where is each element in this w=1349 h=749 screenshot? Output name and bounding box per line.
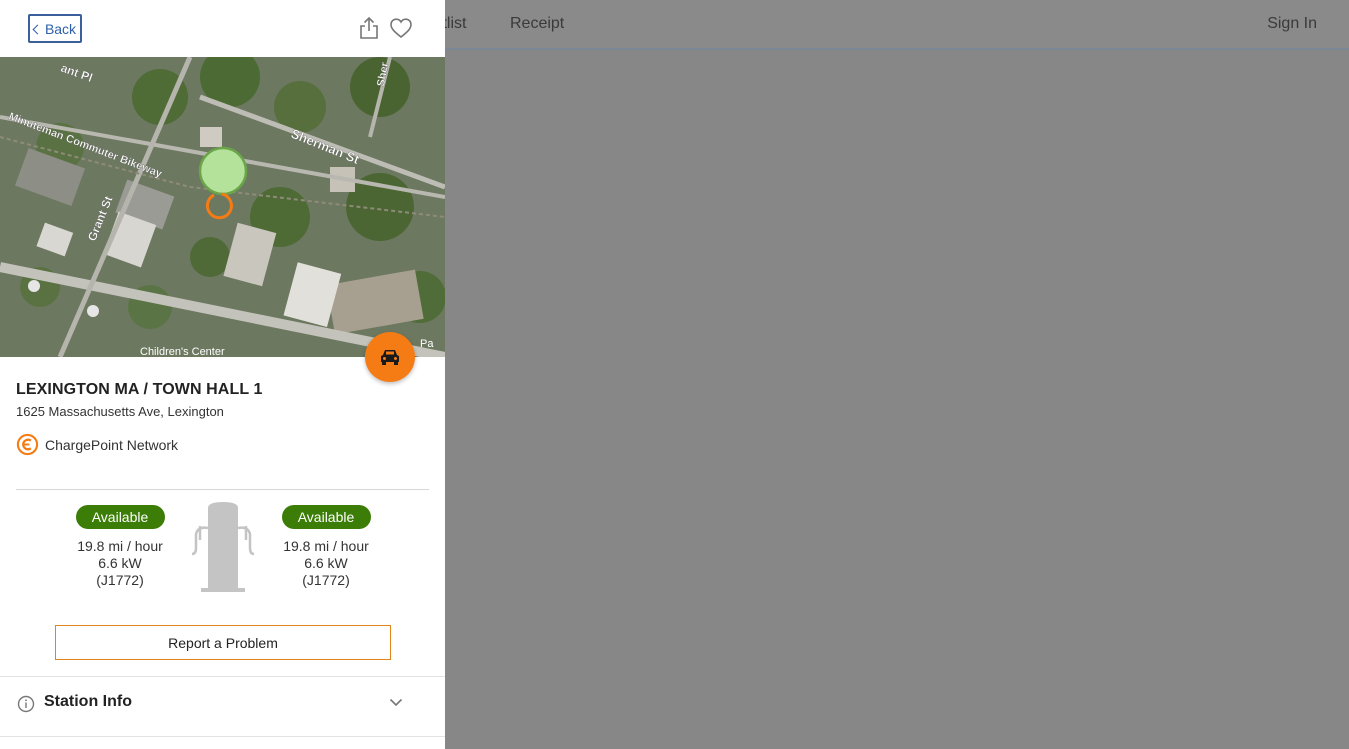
status-badge: Available [75,505,165,529]
info-icon [17,695,35,713]
chevron-down-icon [389,698,403,707]
network-row: ChargePoint Network [16,433,178,456]
charger-station-icon [191,502,255,592]
port-power: 6.6 kW [304,555,348,571]
divider [16,489,429,490]
back-label: Back [44,20,77,37]
station-info-accordion[interactable]: Station Info [0,677,445,736]
station-info-label: Station Info [44,693,132,710]
port-connector: (J1772) [96,572,144,588]
status-badge: Available [281,505,371,529]
share-icon[interactable] [358,16,380,40]
station-map[interactable]: ant Pl Minuteman Commuter Bikeway Sherma… [0,57,445,357]
station-detail-panel: Back ant Pl Minuteman Commuter Bikeway S… [0,0,445,749]
car-icon [381,350,399,365]
map-label-park: Pa [420,338,434,350]
port-left: Available 19.8 mi / hour 6.6 kW (J1772) [65,505,175,589]
divider [0,736,445,737]
map-label-childrens-center: Children's Center [140,346,225,357]
panel-header: Back [0,0,445,57]
transit-stop-icon [28,280,40,292]
port-power: 6.6 kW [98,555,142,571]
port-rate: 19.8 mi / hour [77,538,163,554]
station-name: LEXINGTON MA / TOWN HALL 1 [16,381,263,398]
nav-sign-in[interactable]: Sign In [1267,15,1317,33]
station-address: 1625 Massachusetts Ave, Lexington [16,404,224,419]
station-pin-icon[interactable] [198,146,248,196]
nav-receipt[interactable]: Receipt [510,15,564,33]
report-problem-button[interactable]: Report a Problem [55,625,391,660]
directions-car-button[interactable] [365,332,415,382]
chargepoint-logo-icon [16,433,39,456]
port-connector: (J1772) [302,572,350,588]
port-rate: 19.8 mi / hour [283,538,369,554]
heart-icon[interactable] [389,17,413,39]
back-button[interactable]: Back [28,14,82,43]
transit-stop-icon [87,305,99,317]
chevron-left-icon [32,24,43,34]
port-right: Available 19.8 mi / hour 6.6 kW (J1772) [271,505,381,589]
network-label: ChargePoint Network [45,436,179,453]
